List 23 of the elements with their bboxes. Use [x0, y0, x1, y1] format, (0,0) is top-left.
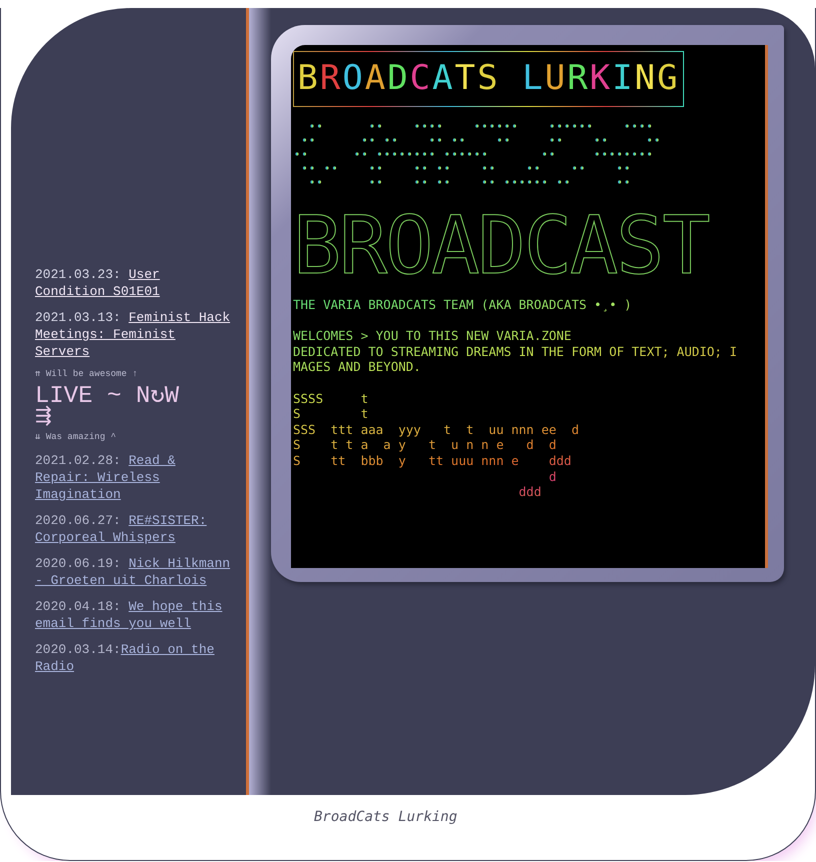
welcome-line: MAGES AND BEYOND. [293, 359, 421, 375]
past-note: ⇊ Was amazing ^ [35, 432, 118, 443]
team-line: THE VARIA BROADCATS TEAM (AKA BROADCATS •¸• ) [293, 297, 632, 313]
event-link[interactable]: 2020.06.27: RE#SISTER: Corporeal Whispers [35, 512, 232, 546]
event-link[interactable]: 2021.03.13: Feminist Hack Meetings: Feminist Servers [35, 309, 232, 360]
ascii-art-line: S t [293, 406, 368, 422]
ascii-art-line: d [548, 468, 556, 484]
ascii-art-line: ddd [518, 484, 542, 500]
ascii-art-line: S t t a a y t u n n e d d [293, 437, 556, 453]
event-link[interactable]: 2020.06.19: Nick Hilkmann - Groeten uit Charlois [35, 555, 232, 589]
ascii-art-line: SSS ttt aaa yyy t t uu nnn ee d [293, 422, 579, 438]
welcome-line: DEDICATED TO STREAMING DREAMS IN THE FORM OF TEXT; AUDIO; I [293, 344, 738, 360]
event-link[interactable]: 2020.03.14:Radio on the Radio [35, 641, 232, 675]
welcome-line: WELCOMES > YOU TO THIS NEW VARIA.ZONE [293, 328, 572, 344]
figure-caption: BroadCats Lurking [314, 809, 458, 825]
upcoming-note: ⇈ Will be awesome ↑ [35, 369, 139, 380]
event-link[interactable]: 2021.03.23: User Condition S01E01 [35, 266, 232, 300]
terminal-title: BROADCATS LURKING [293, 51, 684, 107]
ascii-art-line: SSSS t [293, 390, 368, 406]
event-link[interactable]: 2020.04.18: We hope this email finds you well [35, 598, 232, 632]
ascii-art-line: S tt bbb y tt uuu nnn e ddd [293, 452, 572, 469]
banner-title: BROADCAST [293, 213, 708, 279]
event-link[interactable]: 2021.02.28: Read & Repair: Wireless Imagination [35, 452, 232, 503]
